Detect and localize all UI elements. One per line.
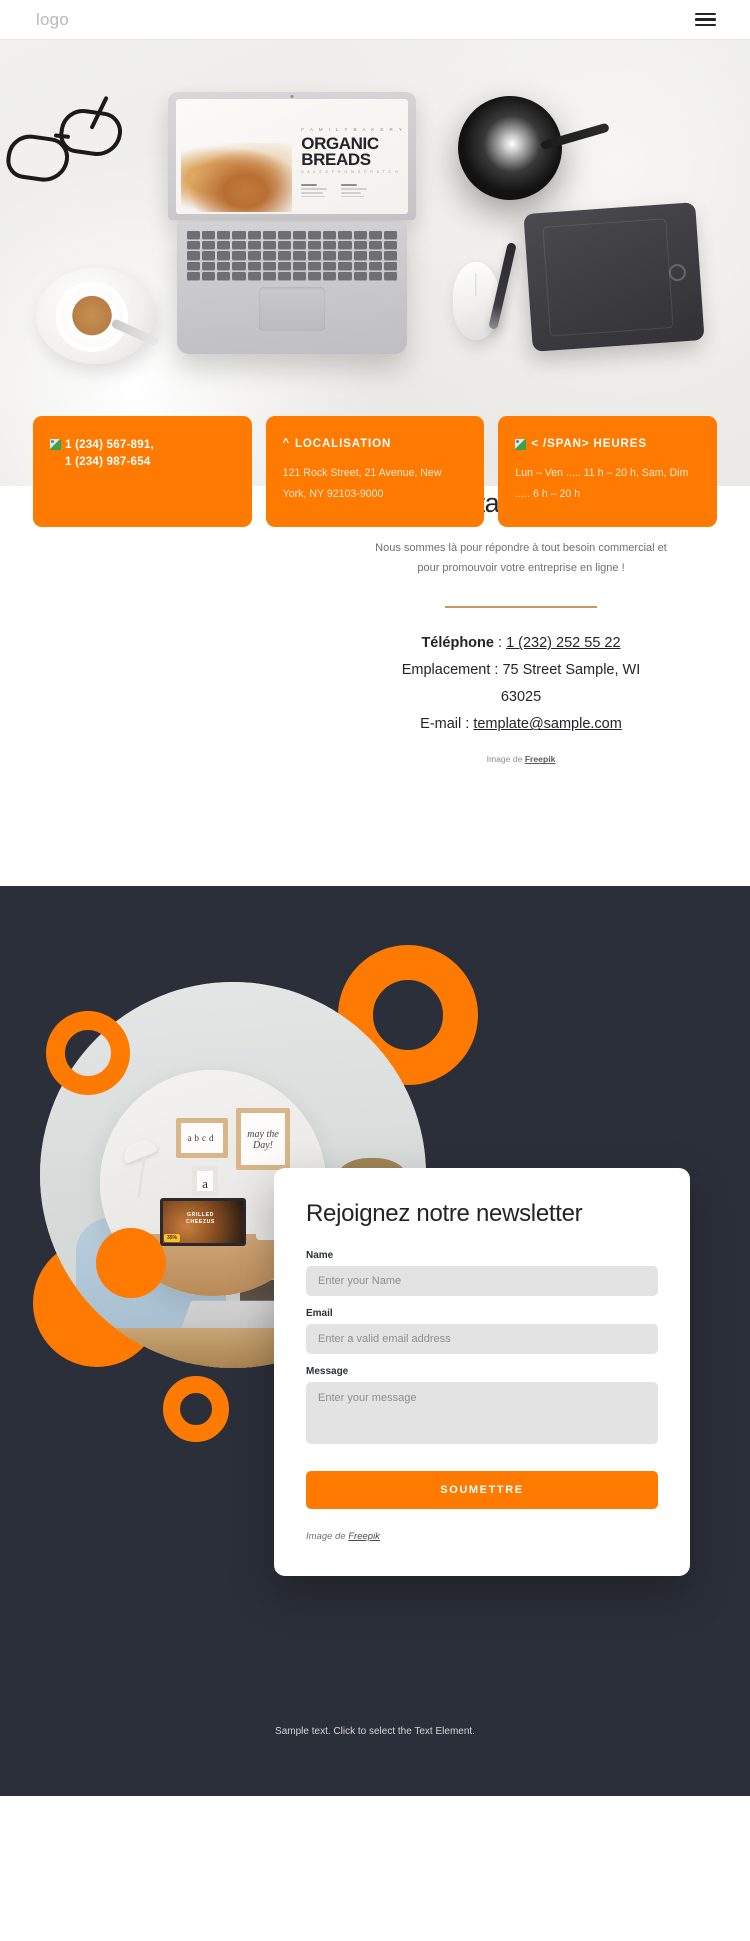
laptop-mockup: F A M I L Y B A K E R Y ORGANIC BREADS B… [168,92,416,354]
hours-card-heading: < /SPAN> HEURES [515,436,700,453]
logo[interactable]: logo [36,10,69,30]
phone-card-lines: 1 (234) 567-891, 1 (234) 987-654 [65,438,154,468]
newsletter-form-card: Rejoignez notre newsletter Name Email Me… [274,1168,690,1576]
site-header: logo [0,0,750,40]
laptop-screen: F A M I L Y B A K E R Y ORGANIC BREADS B… [176,99,408,214]
message-textarea[interactable] [306,1382,658,1444]
broken-image-icon [515,439,527,450]
gold-divider [445,606,597,609]
contact-details-block: Contactez-nous Nous sommes là pour répon… [352,486,690,764]
contact-description: Nous sommes là pour répondre à tout beso… [375,542,667,574]
burger-bar [695,12,716,15]
burger-bar [695,18,716,21]
phone-separator: : [493,635,507,652]
info-card-location[interactable]: ^ LOCALISATION 121 Rock Street, 21 Avenu… [265,416,485,527]
email-label: E-mail : [420,716,474,733]
orange-ring-decor [46,1011,130,1095]
message-label: Message [306,1366,349,1377]
phone-link[interactable]: 1 (232) 252 55 22 [506,635,620,651]
screen-kicker: F A M I L Y B A K E R Y [301,126,405,132]
keyboard-keys [187,231,397,280]
freepik-link[interactable]: Freepik [348,1531,380,1542]
laptop-lid: F A M I L Y B A K E R Y ORGANIC BREADS B… [168,92,416,220]
coffee-cup-decor [36,268,160,364]
webcam-icon [290,94,294,98]
screen-title: ORGANIC BREADS [301,133,379,169]
name-label: Name [306,1250,334,1261]
email-field-group: Email [306,1308,658,1354]
laptop-trackpad [259,286,325,331]
phone-card-content: 1 (234) 567-891, 1 (234) 987-654 [50,436,235,470]
contact-location-line: Emplacement : 75 Street Sample, WI [401,662,641,679]
email-link[interactable]: template@sample.com [473,716,622,732]
location-card-heading: ^ LOCALISATION [282,437,392,450]
name-field-group: Name [306,1250,658,1296]
burger-bar [695,24,716,27]
eyeglasses-decor [0,86,143,213]
info-cards-row: 1 (234) 567-891, 1 (234) 987-654 ^ LOCAL… [0,416,750,527]
site-footer: Sample text. Click to select the Text El… [0,1696,750,1796]
email-input[interactable] [306,1324,658,1354]
newsletter-title: Rejoignez notre newsletter [306,1200,583,1227]
message-field-group: Message [306,1366,658,1449]
orange-ring-small-decor [163,1376,229,1442]
name-input[interactable] [306,1266,658,1296]
info-card-hours[interactable]: < /SPAN> HEURES Lun – Ven ..... 11 h – 2… [498,416,718,527]
contact-email-line: E-mail : template@sample.com [352,711,690,738]
form-image-credit: Image de Freepik [306,1531,380,1542]
image-credit: Image de Freepik [486,754,556,765]
phone-label: Téléphone [421,635,494,652]
caret-up-icon: ^ [282,437,290,449]
hours-card-body: Lun – Ven ..... 11 h – 20 h, Sam, Dim ..… [515,467,689,500]
hamburger-menu-icon[interactable] [695,9,716,30]
contact-phone-line: Téléphone : 1 (232) 252 55 22 [352,630,690,657]
screen-subtitle: B A K E D F R O M S C R A T C H [301,170,399,175]
footer-text[interactable]: Sample text. Click to select the Text El… [275,1726,475,1737]
freepik-link[interactable]: Freepik [525,754,556,764]
contact-section: abcd may theDay! a & GRILLEDCHEEZUS 35% … [0,486,750,1298]
laptop-keyboard [177,222,407,354]
contact-location-zip: 63025 [500,689,542,706]
location-card-body: 121 Rock Street, 21 Avenue, New York, NY… [282,467,442,500]
email-label: Email [306,1308,333,1319]
screen-columns [301,184,368,200]
bread-photo [180,142,292,212]
orange-dot-decor [96,1228,166,1298]
broken-image-icon [50,439,61,450]
graphics-tablet-decor [523,202,705,352]
submit-button[interactable]: SOUMETTRE [306,1471,658,1509]
info-card-phone[interactable]: 1 (234) 567-891, 1 (234) 987-654 [33,416,252,527]
